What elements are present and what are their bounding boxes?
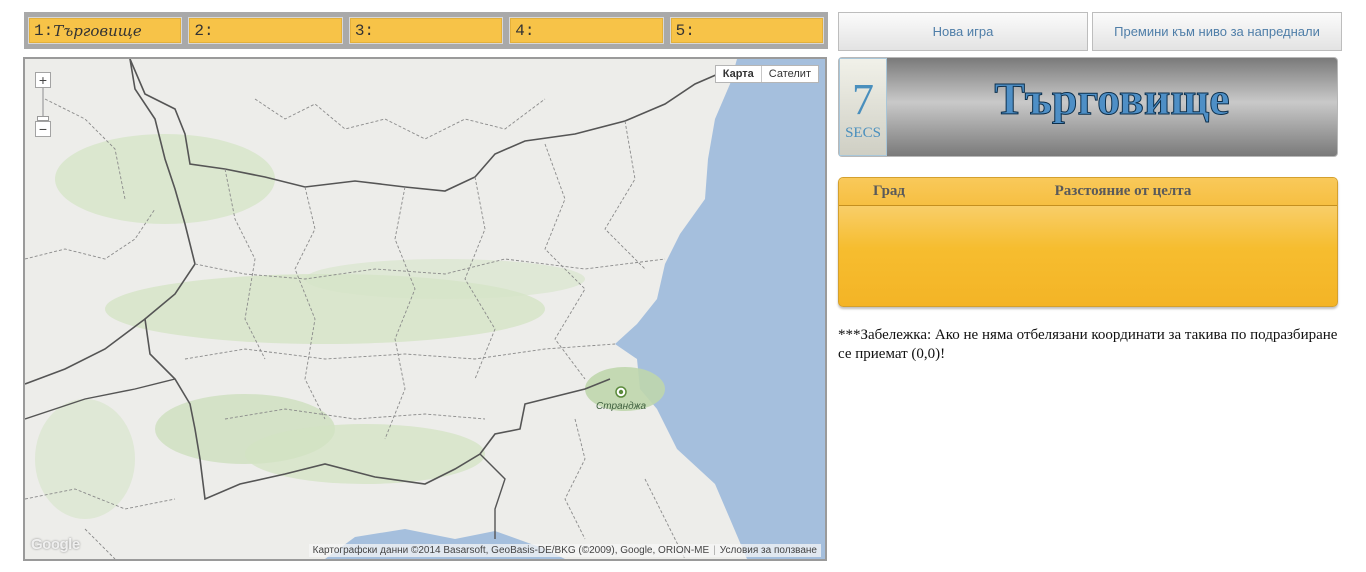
slot-number: 2: — [194, 21, 214, 40]
column-header-city: Град — [872, 183, 906, 199]
guess-slot-2: 2: — [188, 17, 343, 44]
guess-slot-3: 3: — [348, 17, 504, 44]
slot-number: 3: — [354, 21, 375, 40]
footnote: ***Забележка: Ако не няма отбелязани коо… — [838, 327, 1338, 362]
zoom-out-button[interactable]: − — [35, 121, 51, 137]
map-type-switcher: Карта Сателит — [714, 65, 819, 83]
attribution-divider: | — [713, 545, 716, 556]
column-header-distance: Разстояние от целта — [1054, 183, 1192, 199]
map-attribution: Картографски данни ©2014 Basarsoft, GeoB… — [308, 544, 821, 557]
zoom-control: + − — [35, 72, 53, 137]
terms-of-use-link[interactable]: Условия за ползване — [720, 545, 817, 556]
new-game-button[interactable]: Нова игра — [838, 12, 1088, 51]
timer-value: 7 — [852, 75, 874, 124]
countdown-timer: 7 SECS — [839, 58, 887, 156]
map-data-credits: Картографски данни ©2014 Basarsoft, GeoB… — [312, 545, 710, 556]
target-city-name: Търговище — [994, 73, 1230, 125]
map-type-satellite-button[interactable]: Сателит — [762, 66, 818, 82]
guess-slot-5: 5: — [669, 17, 825, 44]
guess-slot-4: 4: — [509, 17, 664, 44]
slot-number: 4: — [515, 21, 535, 40]
slot-number: 5: — [675, 21, 695, 40]
timer-unit-label: SECS — [845, 125, 881, 141]
map-canvas[interactable]: Странджа + − Карта Сателит Google Картог… — [23, 57, 827, 561]
slot-city: Търговище — [53, 21, 142, 40]
google-logo[interactable]: Google — [31, 536, 80, 553]
zoom-slider-track[interactable] — [42, 88, 44, 116]
map-poi-label: Странджа — [596, 401, 647, 412]
map-type-map-button[interactable]: Карта — [716, 66, 762, 82]
target-panel: 7 SECS Търговище — [838, 57, 1338, 157]
guess-slots-bar: 1: Търговище 2: 3: 4: 5: — [24, 12, 828, 49]
results-table: Град Разстояние от целта — [838, 177, 1338, 307]
map-tiles[interactable] — [25, 59, 825, 559]
advanced-level-button[interactable]: Премини към ниво за напреднали — [1092, 12, 1342, 51]
zoom-in-button[interactable]: + — [35, 72, 51, 88]
guess-slot-1: 1: Търговище — [28, 17, 183, 44]
slot-number: 1: — [34, 21, 54, 40]
results-table-header: Град Разстояние от целта — [839, 178, 1337, 206]
